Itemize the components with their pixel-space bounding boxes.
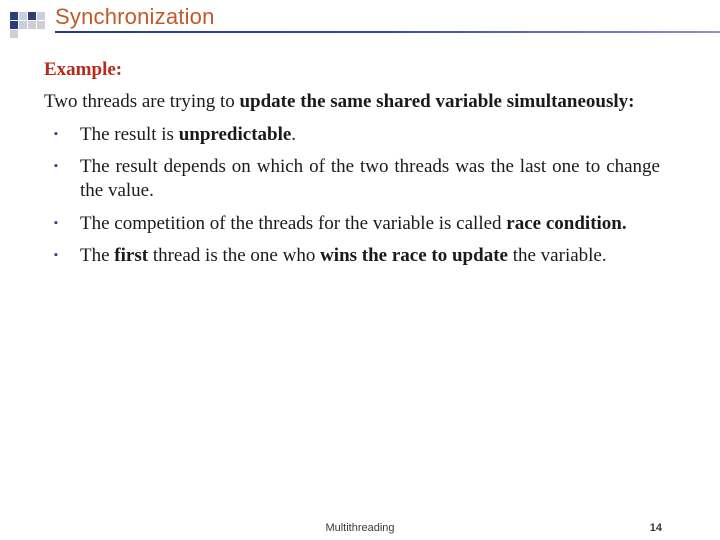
slide-header: Synchronization <box>0 0 720 38</box>
bullet-text: The <box>80 245 114 266</box>
intro-paragraph: Two threads are trying to update the sam… <box>44 90 660 114</box>
page-number: 14 <box>650 522 662 534</box>
example-heading: Example: <box>44 58 660 82</box>
bullet-text: . <box>291 124 296 145</box>
list-item: The result depends on which of the two t… <box>72 155 660 204</box>
bullet-bold: race condition. <box>506 213 626 234</box>
decorative-squares-icon <box>10 12 46 38</box>
bullet-bold: first <box>114 245 148 266</box>
footer-label: Multithreading <box>325 522 394 534</box>
bullet-text: The result depends on which of the two t… <box>80 156 660 201</box>
slide-title: Synchronization <box>55 4 215 30</box>
slide-body: Example: Two threads are trying to updat… <box>44 58 660 276</box>
list-item: The result is unpredictable. <box>72 123 660 147</box>
intro-bold: update the same shared variable simultan… <box>239 91 634 112</box>
bullet-text: the variable. <box>508 245 607 266</box>
bullet-text: thread is the one who <box>148 245 320 266</box>
bullet-bold: wins the race to update <box>320 245 508 266</box>
list-item: The first thread is the one who wins the… <box>72 244 660 268</box>
bullet-text: The result is <box>80 124 179 145</box>
intro-text: Two threads are trying to <box>44 91 239 112</box>
bullet-text: The competition of the threads for the v… <box>80 213 506 234</box>
list-item: The competition of the threads for the v… <box>72 212 660 236</box>
title-underline <box>55 31 720 33</box>
bullet-bold: unpredictable <box>179 124 292 145</box>
bullet-list: The result is unpredictable. The result … <box>44 123 660 269</box>
